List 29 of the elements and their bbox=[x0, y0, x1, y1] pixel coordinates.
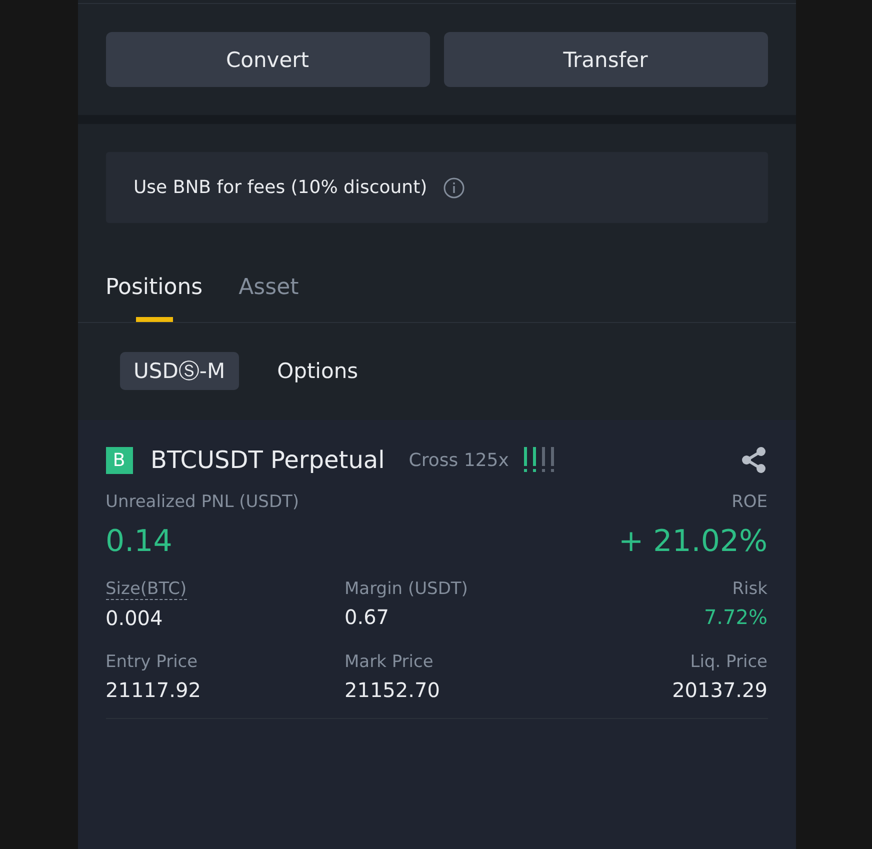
action-button[interactable]: Convert bbox=[106, 32, 430, 87]
tab[interactable]: Asset bbox=[238, 275, 299, 322]
roe-label: ROE bbox=[732, 492, 768, 512]
field-value: 20137.29 bbox=[672, 678, 768, 702]
symbol-title: BTCUSDT Perpetual bbox=[150, 446, 385, 474]
field-value: 21152.70 bbox=[344, 678, 440, 702]
tab[interactable]: Options bbox=[263, 352, 372, 390]
roe-value: + 21.02% bbox=[618, 524, 768, 559]
field-label: Risk bbox=[732, 579, 768, 599]
action-button[interactable]: Transfer bbox=[444, 32, 768, 87]
field-value: 0.67 bbox=[344, 605, 390, 629]
field-value: 0.004 bbox=[106, 606, 163, 630]
tab[interactable]: USDⓈ-M bbox=[120, 352, 240, 390]
field-label[interactable]: Size(BTC) bbox=[106, 579, 187, 600]
fee-notice-text: Use BNB for fees (10% discount) bbox=[134, 177, 428, 198]
tab[interactable]: Positions bbox=[106, 275, 203, 322]
field-value: 7.72% bbox=[704, 605, 768, 629]
field-label: Margin (USDT) bbox=[344, 579, 468, 599]
field-value: 21117.92 bbox=[106, 678, 201, 702]
field-label: Mark Price bbox=[344, 652, 434, 672]
field-label: Entry Price bbox=[106, 652, 198, 672]
share-icon[interactable] bbox=[740, 446, 768, 474]
tab-indicator bbox=[136, 317, 173, 322]
info-icon[interactable] bbox=[443, 176, 466, 198]
pnl-value: 0.14 bbox=[106, 524, 172, 559]
side-badge: B bbox=[106, 446, 132, 474]
field-label: Liq. Price bbox=[690, 652, 768, 672]
margin-mode: Cross 125x bbox=[408, 450, 509, 470]
pnl-label: Unrealized PNL (USDT) bbox=[106, 492, 300, 512]
